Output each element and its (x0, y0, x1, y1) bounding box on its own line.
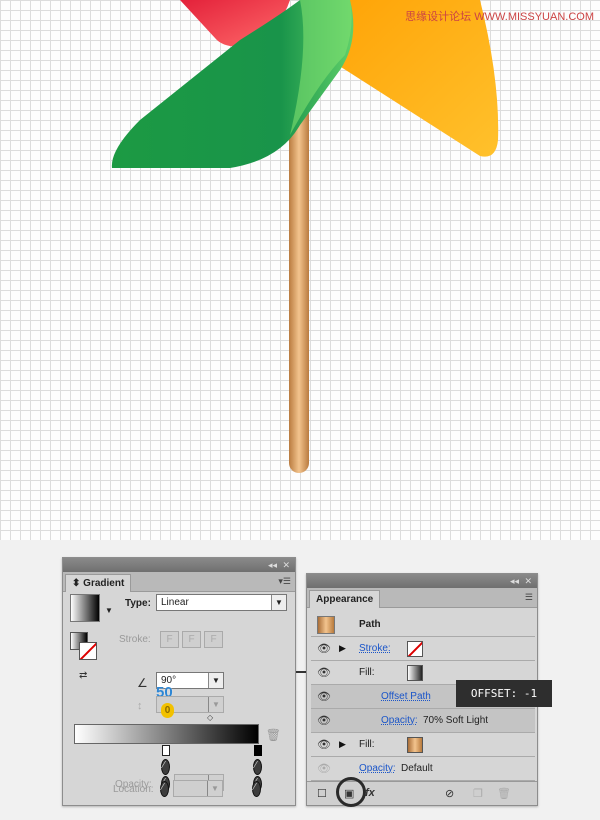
gradient-stop-white[interactable] (162, 745, 170, 756)
reverse-gradient-icon[interactable]: ⇄ (79, 670, 87, 681)
tab-appearance[interactable]: Appearance (309, 590, 381, 608)
offset-tooltip: OFFSET: -1 (456, 680, 552, 707)
eye-icon[interactable]: 👁 (317, 643, 331, 655)
collapse-icon[interactable]: ◂◂ (510, 575, 519, 587)
aspect-ratio-icon: ↕ (137, 700, 143, 712)
duplicate-item-icon[interactable]: ❐ (473, 787, 483, 800)
panel-menu-icon[interactable]: ▾☰ (278, 576, 291, 587)
stroke-label: Stroke: (119, 634, 151, 645)
gradient-panel-titlebar[interactable]: ◂◂ ✕ (63, 558, 295, 572)
highlight-ring (336, 777, 366, 807)
callout-oval-icon (253, 759, 262, 775)
appearance-row-stroke[interactable]: 👁 ▶ Stroke: (311, 637, 535, 661)
path-title: Path (359, 619, 381, 630)
callout-oval-icon (161, 759, 170, 775)
opacity-link[interactable]: Opacity: (359, 763, 396, 774)
fill-wood-swatch[interactable] (407, 737, 423, 753)
callout-oval-icon (160, 781, 169, 797)
chevron-down-icon: ▼ (208, 697, 223, 712)
type-select[interactable]: Linear ▼ (156, 594, 287, 611)
watermark-text: 思缘设计论坛 WWW.MISSYUAN.COM (405, 11, 594, 23)
expand-triangle-icon[interactable]: ▶ (339, 643, 346, 654)
eye-icon[interactable]: 👁 (317, 691, 331, 703)
fill-label: Fill: (359, 667, 375, 678)
add-stroke-icon[interactable]: ☐ (317, 787, 327, 800)
location-input[interactable]: ▼ (173, 780, 223, 797)
stroke-within-button[interactable]: F (160, 631, 179, 648)
callout-number-0: 0 (161, 703, 174, 718)
chevron-down-icon: ▼ (208, 673, 223, 688)
artboard-canvas[interactable]: 思缘设计论坛 WWW.MISSYUAN.COM (0, 0, 600, 540)
delete-item-icon[interactable]: 🗑 (497, 787, 511, 800)
chevron-down-icon: ▼ (271, 595, 286, 610)
chevron-down-icon: ▼ (207, 781, 222, 796)
angle-icon: ∠ (137, 676, 148, 690)
clear-appearance-icon[interactable]: ⊘ (445, 787, 454, 800)
location-label: Location: (113, 784, 154, 795)
path-thumbnail (317, 616, 335, 634)
fx-icon[interactable]: fx (365, 787, 375, 799)
eye-icon[interactable]: 👁 (317, 763, 331, 775)
eye-icon[interactable]: 👁 (317, 715, 331, 727)
offset-path-link[interactable]: Offset Path (381, 691, 431, 702)
appearance-bottom-toolbar: ☐ ▣ fx ⊘ ❐ 🗑 (307, 777, 537, 807)
appearance-header-row: Path (311, 613, 535, 637)
delete-stop-icon[interactable]: 🗑 (266, 728, 281, 742)
stroke-along-button[interactable]: F (182, 631, 201, 648)
stroke-swatch[interactable] (79, 642, 97, 660)
tab-arrows-icon: ⬍ (72, 578, 84, 589)
gradient-slider[interactable] (74, 724, 259, 744)
tab-gradient[interactable]: ⬍ Gradient (65, 574, 132, 592)
appearance-panel-titlebar[interactable]: ◂◂ ✕ (307, 574, 537, 588)
appearance-row-opacity-softlight[interactable]: 👁 Opacity: 70% Soft Light (311, 709, 535, 733)
gradient-panel: ◂◂ ✕ ⬍ Gradient ▾☰ ▼ Type: Linear ▼ Stro… (62, 557, 296, 806)
fill-label: Fill: (359, 739, 375, 750)
close-icon[interactable]: ✕ (524, 575, 532, 587)
eye-icon[interactable]: 👁 (317, 667, 331, 679)
type-label: Type: (125, 598, 151, 609)
opacity-link[interactable]: Opacity: (381, 715, 418, 726)
stroke-none-swatch[interactable] (407, 641, 423, 657)
close-icon[interactable]: ✕ (282, 559, 290, 571)
fill-gradient-swatch[interactable] (407, 665, 423, 681)
midpoint-diamond-icon[interactable]: ◇ (207, 713, 213, 722)
collapse-icon[interactable]: ◂◂ (268, 559, 277, 571)
gradient-preview-swatch[interactable] (70, 594, 100, 622)
opacity-value: Default (401, 763, 433, 774)
preview-dropdown-icon[interactable]: ▼ (105, 606, 113, 615)
stroke-across-button[interactable]: F (204, 631, 223, 648)
eye-icon[interactable]: 👁 (317, 739, 331, 751)
pinwheel-stick (289, 105, 309, 473)
stroke-link[interactable]: Stroke: (359, 643, 391, 654)
callout-oval-icon (252, 781, 261, 797)
gradient-stop-black[interactable] (254, 745, 262, 756)
opacity-value: 70% Soft Light (423, 715, 489, 726)
panel-menu-icon[interactable]: ☰ (525, 592, 533, 603)
panel-workspace: ◂◂ ✕ ⬍ Gradient ▾☰ ▼ Type: Linear ▼ Stro… (0, 540, 600, 820)
appearance-row-fill-wood[interactable]: 👁 ▶ Fill: (311, 733, 535, 757)
expand-triangle-icon[interactable]: ▶ (339, 739, 346, 750)
pinwheel-artwork (111, 0, 499, 473)
